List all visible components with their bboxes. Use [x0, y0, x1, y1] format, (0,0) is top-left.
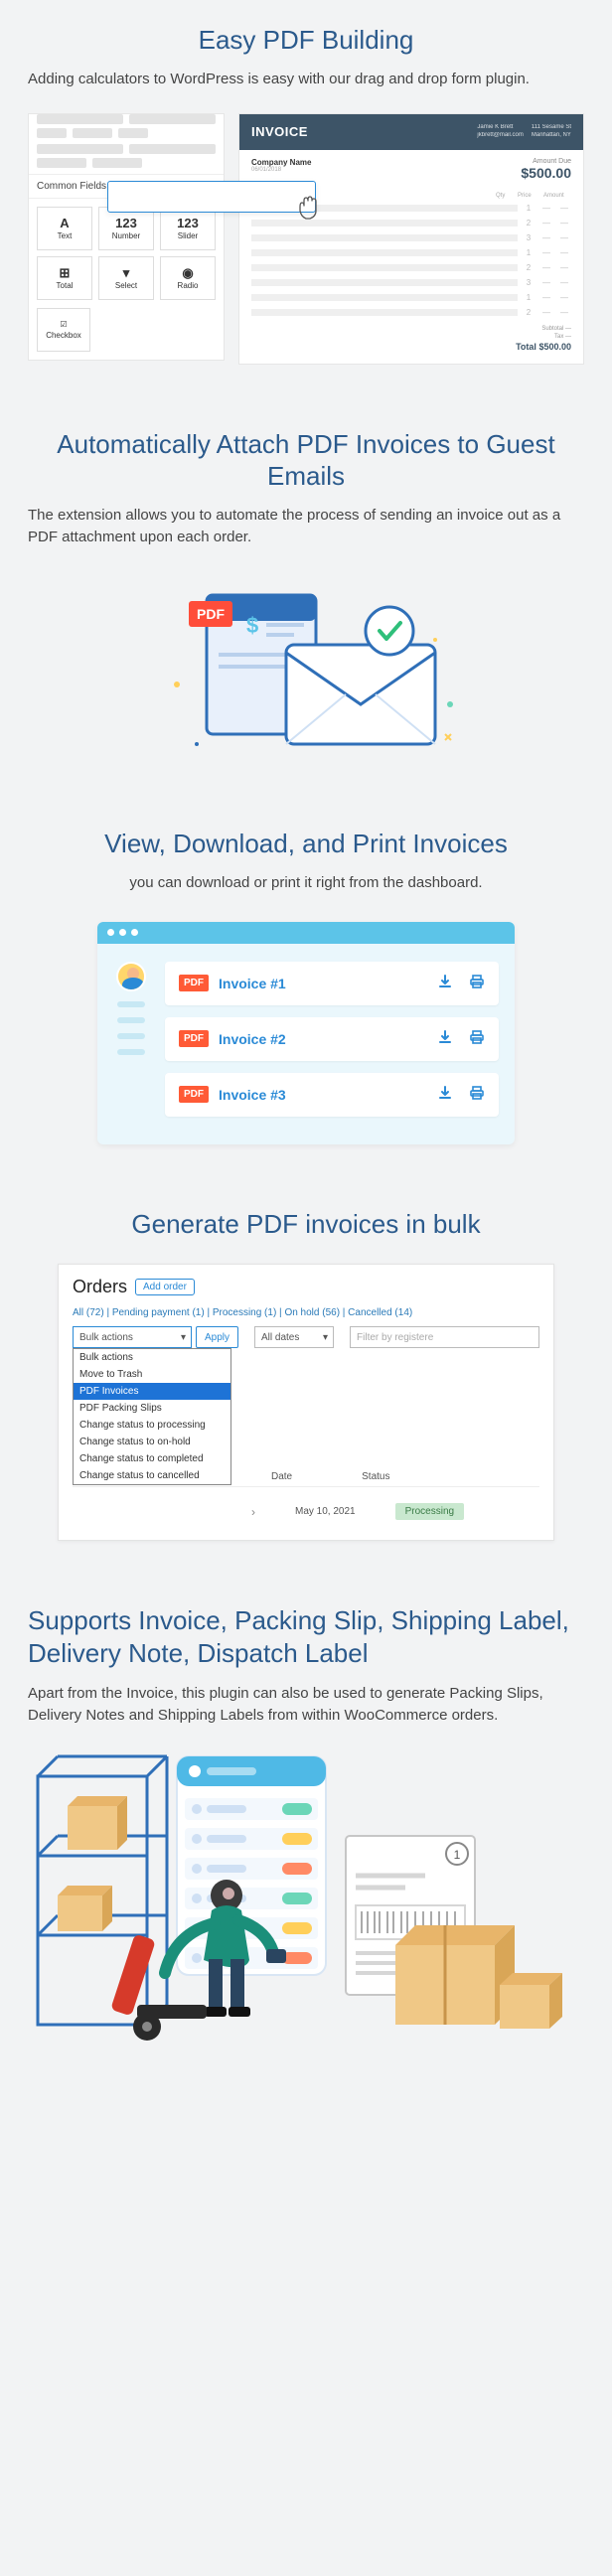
col-status: Status	[362, 1471, 389, 1482]
figure-pdf-email: $ PDF	[28, 575, 584, 764]
invoice-line: 2——	[239, 216, 583, 230]
dropdown-option[interactable]: Change status to cancelled	[74, 1467, 230, 1484]
invoice-line: 2——	[239, 305, 583, 320]
invoice-title: INVOICE	[251, 124, 308, 139]
print-icon[interactable]	[469, 1085, 485, 1105]
checkbox-icon: ☑	[60, 320, 67, 329]
add-order-button[interactable]: Add order	[135, 1279, 195, 1295]
status-badge: Processing	[395, 1503, 464, 1520]
apply-button[interactable]: Apply	[196, 1326, 238, 1348]
field-type-number[interactable]: 123Number	[98, 207, 154, 250]
invoice-label: Invoice #1	[219, 976, 421, 991]
invoice-list-item: PDF Invoice #2	[165, 1017, 499, 1061]
field-type-total[interactable]: ⊞Total	[37, 256, 92, 300]
invoice-list-item: PDF Invoice #3	[165, 1073, 499, 1117]
section-generate-bulk: Generate PDF invoices in bulk Orders Add…	[0, 1184, 612, 1582]
field-type-text[interactable]: AText	[37, 207, 92, 250]
section-lead: The extension allows you to automate the…	[28, 505, 584, 548]
print-icon[interactable]	[469, 974, 485, 993]
field-type-select[interactable]: ▾Select	[98, 256, 154, 300]
order-row[interactable]: › May 10, 2021 Processing	[73, 1487, 539, 1520]
box-icon	[68, 1796, 127, 1850]
window-titlebar	[97, 922, 515, 944]
dropdown-option[interactable]: Change status to processing	[74, 1417, 230, 1434]
section-supports-docs: Supports Invoice, Packing Slip, Shipping…	[0, 1581, 612, 2089]
dropdown-option[interactable]: Move to Trash	[74, 1366, 230, 1383]
figure-dashboard-list: PDF Invoice #1 PDF Invoice #2 PDF Invoice #3	[97, 922, 515, 1144]
invoice-line: 1——	[239, 245, 583, 260]
section-title: Easy PDF Building	[28, 24, 584, 57]
field-type-slider[interactable]: 123Slider	[160, 207, 216, 250]
dropdown-option[interactable]: Change status to completed	[74, 1450, 230, 1467]
col-date: Date	[271, 1471, 292, 1482]
filter-input[interactable]: Filter by registere	[350, 1326, 539, 1348]
section-lead: Apart from the Invoice, this plugin can …	[28, 1683, 584, 1727]
invoice-date: 06/01/2018	[251, 167, 311, 173]
amount-due-value: $500.00	[521, 165, 571, 181]
section-lead: you can download or print it right from …	[28, 872, 584, 894]
box-icon	[500, 1973, 562, 2029]
pdf-badge: PDF	[179, 975, 209, 991]
section-lead: Adding calculators to WordPress is easy …	[28, 69, 584, 90]
sidebar	[113, 962, 149, 1117]
svg-text:$: $	[246, 613, 258, 638]
dates-select[interactable]: All dates	[254, 1326, 334, 1348]
invoice-line: 1——	[239, 290, 583, 305]
field-label: Checkbox	[46, 331, 81, 340]
amount-due-label: Amount Due	[521, 158, 571, 165]
dropdown-option[interactable]: PDF Packing Slips	[74, 1400, 230, 1417]
dropdown-option[interactable]: Bulk actions	[74, 1349, 230, 1366]
status-filter-line[interactable]: All (72) | Pending payment (1) | Process…	[73, 1307, 539, 1318]
bulk-actions-dropdown[interactable]: Bulk actionsMove to TrashPDF InvoicesPDF…	[73, 1348, 231, 1485]
section-title: Supports Invoice, Packing Slip, Shipping…	[28, 1604, 584, 1669]
section-title: Automatically Attach PDF Invoices to Gue…	[28, 428, 584, 493]
section-view-download-print: View, Download, and Print Invoices you c…	[0, 804, 612, 1183]
invoice-label: Invoice #3	[219, 1087, 421, 1103]
section-easy-pdf-building: Easy PDF Building Adding calculators to …	[0, 0, 612, 404]
section-title: View, Download, and Print Invoices	[28, 828, 584, 860]
orders-heading: Orders	[73, 1277, 127, 1297]
section-title: Generate PDF invoices in bulk	[28, 1208, 584, 1241]
accordion-label: Common Fields	[37, 181, 106, 192]
figure-orders-bulk: Orders Add order All (72) | Pending paym…	[58, 1264, 554, 1541]
dropdown-option[interactable]: Change status to on-hold	[74, 1434, 230, 1450]
figure-builder-invoice: Common Fields ⌄ AText123Number123Slider⊞…	[28, 113, 584, 365]
print-icon[interactable]	[469, 1029, 485, 1049]
bulk-actions-select[interactable]: Bulk actions	[73, 1326, 192, 1348]
invoice-line: 3——	[239, 230, 583, 245]
svg-text:1: 1	[454, 1848, 461, 1862]
order-date: May 10, 2021	[295, 1506, 356, 1517]
box-icon	[58, 1886, 112, 1931]
invoice-company: Company Name	[251, 158, 311, 167]
pdf-badge: PDF	[179, 1086, 209, 1103]
chevron-right-icon: ›	[251, 1505, 255, 1519]
download-icon[interactable]	[437, 974, 453, 993]
download-icon[interactable]	[437, 1085, 453, 1105]
invoice-list-item: PDF Invoice #1	[165, 962, 499, 1005]
box-icon	[395, 1925, 515, 2025]
pdf-badge: PDF	[179, 1030, 209, 1047]
field-type-radio[interactable]: ◉Radio	[160, 256, 216, 300]
form-builder-mockup: Common Fields ⌄ AText123Number123Slider⊞…	[28, 113, 225, 361]
svg-text:PDF: PDF	[197, 606, 225, 622]
invoice-label: Invoice #2	[219, 1031, 421, 1047]
figure-packing-illustration: 1	[28, 1746, 584, 2049]
section-auto-attach-pdf: Automatically Attach PDF Invoices to Gue…	[0, 404, 612, 805]
invoice-line: 2——	[239, 260, 583, 275]
avatar-icon	[116, 962, 146, 991]
dropdown-option[interactable]: PDF Invoices	[74, 1383, 230, 1400]
invoice-line: 3——	[239, 275, 583, 290]
field-type-checkbox[interactable]: ☑ Checkbox	[37, 308, 90, 352]
invoice-preview: INVOICE Jamie K Brettjkbrett@mail.com 11…	[238, 113, 584, 365]
floating-input-field[interactable]	[107, 181, 316, 213]
grab-hand-icon	[294, 193, 324, 229]
download-icon[interactable]	[437, 1029, 453, 1049]
